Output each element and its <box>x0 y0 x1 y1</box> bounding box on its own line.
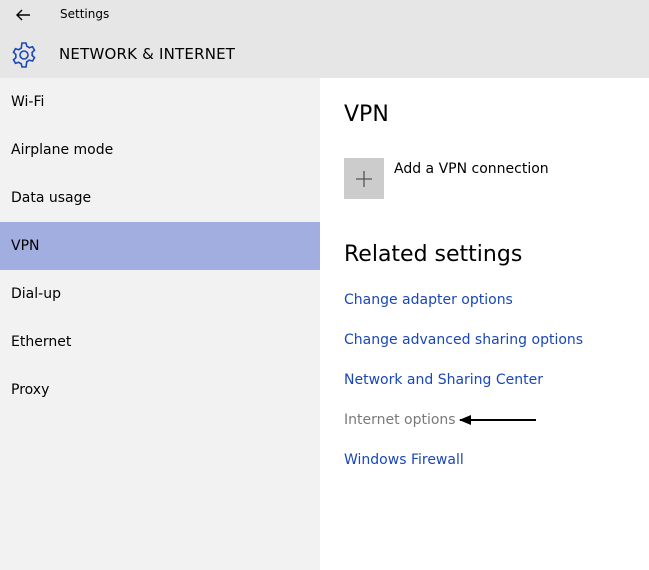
window-title: Settings <box>60 7 110 21</box>
link-change-advanced-sharing-options[interactable]: Change advanced sharing options <box>344 332 583 348</box>
plus-icon <box>356 170 372 187</box>
sidebar-item-label: Ethernet <box>11 334 72 350</box>
add-vpn-tile <box>344 158 384 199</box>
add-vpn-label: Add a VPN connection <box>394 161 549 177</box>
page-header: NETWORK & INTERNET <box>0 30 649 78</box>
main-content: VPN Add a VPN connection Related setting… <box>320 78 649 570</box>
link-network-sharing-center[interactable]: Network and Sharing Center <box>344 372 543 388</box>
add-vpn-connection-button[interactable]: Add a VPN connection <box>344 158 549 199</box>
link-change-adapter-options[interactable]: Change adapter options <box>344 292 513 308</box>
sidebar-item-label: VPN <box>11 238 40 254</box>
sidebar-item-airplane-mode[interactable]: Airplane mode <box>0 126 320 174</box>
sidebar-item-data-usage[interactable]: Data usage <box>0 174 320 222</box>
sidebar-item-label: Airplane mode <box>11 142 114 158</box>
link-windows-firewall[interactable]: Windows Firewall <box>344 452 464 468</box>
left-arrow-icon <box>459 415 536 425</box>
link-internet-options: Internet options <box>344 412 456 428</box>
related-settings-heading: Related settings <box>344 242 523 267</box>
sidebar-item-label: Dial-up <box>11 286 61 302</box>
sidebar-item-label: Data usage <box>11 190 92 206</box>
sidebar: Wi-Fi Airplane mode Data usage VPN Dial-… <box>0 78 320 570</box>
sidebar-item-proxy[interactable]: Proxy <box>0 366 320 414</box>
sidebar-item-label: Proxy <box>11 382 50 398</box>
page-title: NETWORK & INTERNET <box>59 45 236 63</box>
back-button[interactable] <box>12 5 34 25</box>
sidebar-item-vpn[interactable]: VPN <box>0 222 320 270</box>
sidebar-item-ethernet[interactable]: Ethernet <box>0 318 320 366</box>
title-bar: Settings <box>0 0 649 30</box>
section-title: VPN <box>344 102 389 127</box>
back-arrow-icon <box>16 9 30 21</box>
sidebar-item-wifi[interactable]: Wi-Fi <box>0 78 320 126</box>
sidebar-item-dial-up[interactable]: Dial-up <box>0 270 320 318</box>
gear-icon <box>12 42 36 68</box>
sidebar-item-label: Wi-Fi <box>11 94 45 110</box>
